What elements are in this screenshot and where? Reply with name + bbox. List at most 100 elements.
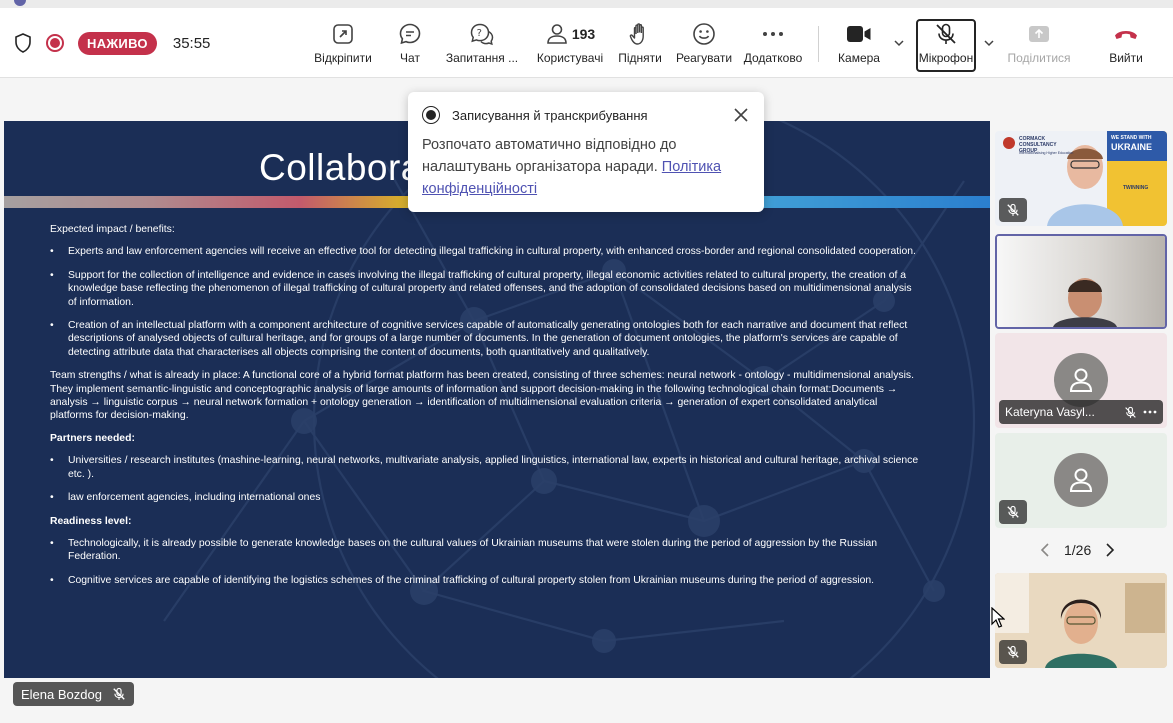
hang-up-icon bbox=[1115, 31, 1137, 39]
presenter-video-tile[interactable] bbox=[995, 573, 1167, 668]
notification-body: Розпочато автоматично відповідно до нала… bbox=[422, 134, 750, 200]
mic-muted-icon bbox=[1007, 645, 1019, 658]
readiness-item: Technologically, it is already possible … bbox=[50, 537, 920, 564]
svg-text:?: ? bbox=[477, 28, 482, 39]
app-icon bbox=[14, 0, 26, 6]
notification-title: Записування й транскрибування bbox=[452, 107, 648, 123]
share-label: Поділитися bbox=[1007, 51, 1071, 65]
shield-icon bbox=[15, 33, 31, 53]
mic-label: Мікрофон bbox=[918, 51, 974, 65]
person-icon bbox=[1069, 468, 1093, 492]
mic-muted-icon bbox=[1125, 406, 1136, 418]
raise-hand-button[interactable]: Підняти bbox=[616, 8, 664, 78]
participant-name: Kateryna Vasyl... bbox=[1005, 405, 1095, 419]
team-strengths-paragraph: Team strengths / what is already in plac… bbox=[50, 370, 915, 422]
mic-muted-indicator bbox=[999, 640, 1027, 664]
tile-logo-right: TWINNING bbox=[1123, 185, 1149, 191]
mic-muted-icon bbox=[113, 687, 125, 700]
participant-video bbox=[997, 236, 1165, 327]
mic-muted-indicator bbox=[999, 500, 1027, 524]
close-icon[interactable] bbox=[732, 106, 750, 124]
avatar bbox=[1054, 353, 1108, 407]
react-button[interactable]: Реагувати bbox=[674, 8, 734, 78]
qa-icon: ? bbox=[470, 23, 494, 46]
partners-item: Universities / research institutes (mash… bbox=[50, 454, 920, 481]
mic-muted-icon bbox=[1007, 203, 1019, 216]
participant-video-tile[interactable] bbox=[995, 234, 1167, 329]
leave-button[interactable]: Вийти bbox=[1104, 8, 1148, 78]
tile-banner-main: UKRAINE bbox=[1111, 142, 1153, 152]
people-icon bbox=[547, 24, 567, 44]
share-button[interactable]: Поділитися bbox=[1006, 8, 1072, 78]
notification-text: Розпочато автоматично відповідно до нала… bbox=[422, 137, 677, 175]
mic-button[interactable]: Мікрофон bbox=[916, 8, 976, 78]
mic-muted-icon bbox=[936, 23, 956, 44]
window-title-strip bbox=[0, 0, 1173, 8]
partners-item: law enforcement agencies, including inte… bbox=[50, 491, 920, 505]
impact-list: Experts and law enforcement agencies wil… bbox=[50, 245, 920, 359]
more-button[interactable]: Додатково bbox=[741, 8, 805, 78]
impact-item: Support for the collection of intelligen… bbox=[50, 269, 920, 309]
chevron-left-icon[interactable] bbox=[1040, 543, 1050, 557]
chat-label: Чат bbox=[400, 51, 420, 65]
raise-hand-icon bbox=[629, 23, 644, 45]
popout-icon bbox=[333, 24, 353, 44]
avatar bbox=[1054, 453, 1108, 507]
camera-label: Камера bbox=[838, 51, 880, 65]
slide-body: Expected impact / benefits: Experts and … bbox=[50, 223, 920, 597]
meeting-timer: 35:55 bbox=[172, 34, 211, 52]
leave-label: Вийти bbox=[1109, 51, 1143, 65]
popout-button[interactable]: Відкріпити bbox=[313, 8, 373, 78]
raise-hand-label: Підняти bbox=[618, 51, 662, 65]
partners-heading: Partners needed bbox=[50, 432, 132, 444]
recording-notification: Записування й транскрибування Розпочато … bbox=[408, 92, 764, 212]
meeting-status: НАЖИВО 35:55 bbox=[14, 8, 210, 78]
readiness-item: Cognitive services are capable of identi… bbox=[50, 574, 920, 588]
qa-label: Запитання ... bbox=[445, 51, 519, 65]
slide-title: Collabora bbox=[259, 147, 422, 188]
chat-icon bbox=[399, 23, 421, 45]
chevron-right-icon[interactable] bbox=[1105, 543, 1115, 557]
more-icon[interactable] bbox=[1143, 410, 1157, 414]
chat-button[interactable]: Чат bbox=[392, 8, 428, 78]
presenter-name-tag: Elena Bozdog bbox=[13, 682, 134, 706]
camera-options-chevron-icon[interactable] bbox=[892, 36, 906, 50]
more-label: Додатково bbox=[743, 51, 803, 65]
people-count: 193 bbox=[571, 26, 596, 42]
react-label: Реагувати bbox=[675, 51, 733, 65]
participant-tile-kateryna[interactable]: Kateryna Vasyl... bbox=[995, 333, 1167, 428]
impact-item: Creation of an intellectual platform wit… bbox=[50, 319, 920, 359]
impact-item: Experts and law enforcement agencies wil… bbox=[50, 245, 920, 259]
mic-muted-indicator bbox=[999, 198, 1027, 222]
tile-logo-left-sub: Internationalising Higher Education bbox=[1019, 151, 1074, 155]
people-label: Користувачі bbox=[536, 51, 604, 65]
smiley-icon bbox=[693, 23, 715, 45]
page-indicator: 1/26 bbox=[1064, 542, 1092, 558]
qa-button[interactable]: ? Запитання ... bbox=[444, 8, 520, 78]
people-button[interactable]: 193 Користувачі bbox=[534, 8, 606, 78]
readiness-list: Technologically, it is already possible … bbox=[50, 537, 920, 588]
camera-button[interactable]: Камера bbox=[835, 8, 883, 78]
participant-video-tile[interactable]: CORMACK CONSULTANCY GROUP Internationali… bbox=[995, 131, 1167, 226]
popout-label: Відкріпити bbox=[314, 51, 372, 65]
participant-tile[interactable] bbox=[995, 433, 1167, 528]
camera-icon bbox=[847, 26, 871, 42]
presenter-name: Elena Bozdog bbox=[21, 686, 102, 702]
more-icon bbox=[763, 32, 783, 36]
participant-name-bar: Kateryna Vasyl... bbox=[999, 400, 1163, 424]
share-icon bbox=[1029, 26, 1049, 42]
mic-muted-icon bbox=[1007, 505, 1019, 518]
tile-pager: 1/26 bbox=[1040, 540, 1115, 560]
toolbar-divider bbox=[818, 26, 819, 62]
person-icon bbox=[1069, 368, 1093, 392]
recording-icon bbox=[46, 34, 64, 52]
impact-heading: Expected impact / benefits: bbox=[50, 224, 175, 235]
mic-options-chevron-icon[interactable] bbox=[982, 36, 996, 50]
live-badge: НАЖИВО bbox=[78, 31, 157, 55]
resize-cursor-icon bbox=[991, 607, 1005, 628]
recording-icon bbox=[422, 106, 440, 124]
meeting-toolbar: НАЖИВО 35:55 Відкріпити Чат ? Запитання … bbox=[0, 8, 1173, 78]
partners-list: Universities / research institutes (mash… bbox=[50, 454, 920, 505]
readiness-heading: Readiness level: bbox=[50, 515, 132, 527]
tile-banner-top: WE STAND WITH bbox=[1111, 135, 1152, 141]
